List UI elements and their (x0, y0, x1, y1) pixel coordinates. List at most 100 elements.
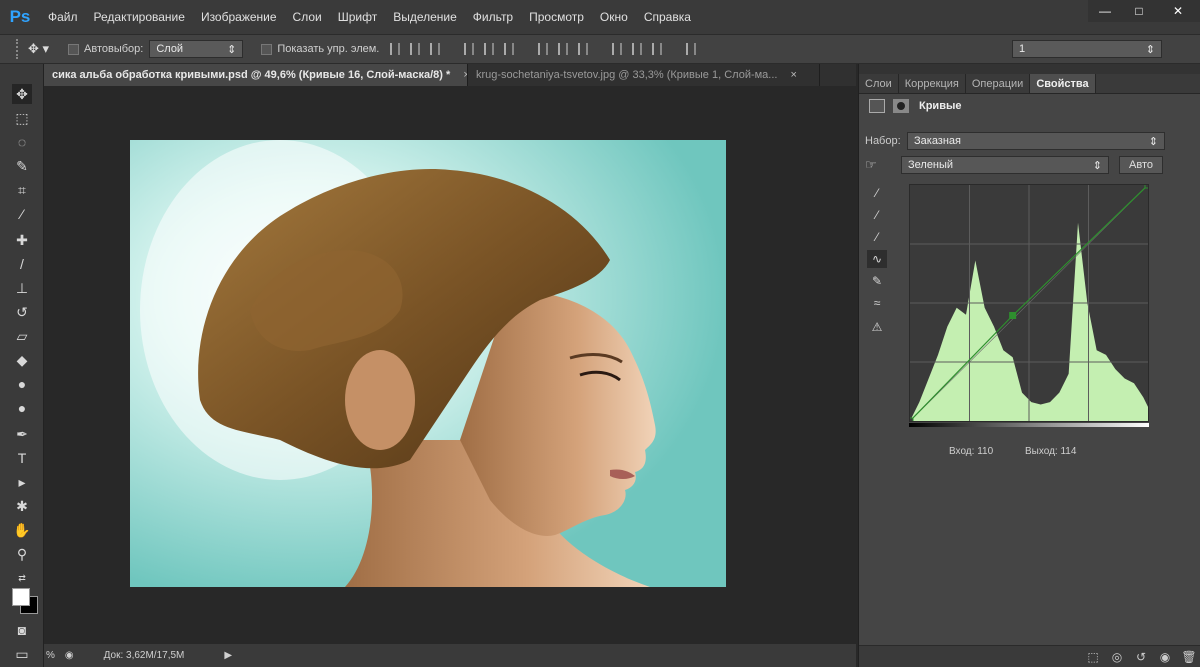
menu-image[interactable]: Изображение (193, 0, 285, 34)
output-value[interactable]: 114 (1060, 446, 1076, 457)
delete-adjustment-icon[interactable]: 🗑 (1177, 650, 1200, 664)
dropdown-arrows-icon: ⇕ (1148, 135, 1158, 148)
menu-type[interactable]: Шрифт (330, 0, 385, 34)
tab-actions[interactable]: Операции (966, 74, 1031, 93)
swap-colors-icon[interactable]: ⇄ (12, 568, 32, 588)
align-bottom-icon[interactable] (430, 43, 441, 55)
autoselect-dropdown[interactable]: Слой ⇕ (149, 40, 244, 58)
distribute-vcenter-icon[interactable] (558, 43, 569, 55)
status-menu-arrow-icon[interactable]: ▶ (224, 650, 232, 661)
eyedropper-tool-icon[interactable]: ⁄ (12, 204, 32, 224)
foreground-color-swatch[interactable] (12, 588, 30, 606)
eraser-tool-icon[interactable]: ▱ (12, 326, 32, 346)
input-label: Вход: (949, 446, 975, 457)
paint-bucket-tool-icon[interactable]: ◆ (12, 350, 32, 370)
type-tool-icon[interactable]: T (12, 448, 32, 468)
reset-icon[interactable]: ↺ (1129, 650, 1153, 664)
menu-edit[interactable]: Редактирование (86, 0, 193, 34)
canvas-area[interactable] (44, 86, 856, 644)
curve-point[interactable] (1144, 181, 1152, 189)
quick-select-tool-icon[interactable]: ✎ (12, 156, 32, 176)
auto-button[interactable]: Авто (1119, 156, 1163, 174)
path-select-tool-icon[interactable]: ▸ (12, 472, 32, 492)
move-tool-icon[interactable]: ✥ (12, 84, 32, 104)
menu-bar: Ps Файл Редактирование Изображение Слои … (0, 0, 1200, 34)
align-top-icon[interactable] (390, 43, 401, 55)
curve-points-tool-icon[interactable]: ∿ (867, 250, 887, 268)
tab-adjustments[interactable]: Коррекция (899, 74, 966, 93)
curve-point[interactable] (1009, 311, 1017, 319)
move-tool-preset-icon[interactable]: ✥ ▾ (28, 41, 68, 57)
target-adjust-hand-icon[interactable]: ☞ (865, 157, 901, 173)
clipping-warning-icon[interactable]: ⚠ (867, 318, 887, 336)
view-previous-icon[interactable]: ◎ (1105, 650, 1129, 664)
visibility-eye-icon[interactable]: ◉ (1153, 650, 1177, 664)
distribute-left-icon[interactable] (612, 43, 623, 55)
hand-tool-icon[interactable]: ✋ (12, 520, 32, 540)
status-globe-icon[interactable]: ◉ (65, 650, 74, 661)
autoselect-label: Автовыбор: (84, 43, 144, 55)
maximize-button[interactable]: □ (1122, 0, 1156, 22)
tab-properties[interactable]: Свойства (1030, 74, 1096, 93)
healing-brush-tool-icon[interactable]: ✚ (12, 230, 32, 250)
tab-close-icon[interactable]: × (791, 69, 797, 81)
menu-layers[interactable]: Слои (285, 0, 330, 34)
autoselect-checkbox[interactable] (68, 43, 79, 55)
properties-header: Кривые (859, 94, 1200, 118)
tab-layers[interactable]: Слои (859, 74, 899, 93)
blur-tool-icon[interactable]: ● (12, 374, 32, 394)
black-point-eyedropper-icon[interactable]: ⁄ (867, 184, 887, 202)
workspace-dropdown[interactable]: 1 ⇕ (1012, 40, 1162, 58)
menu-window[interactable]: Окно (592, 0, 636, 34)
tab-label: сика альба обработка кривыми.psd @ 49,6%… (52, 69, 451, 81)
pencil-curve-tool-icon[interactable]: ✎ (867, 272, 887, 290)
curves-graph[interactable] (906, 181, 1152, 425)
menu-view[interactable]: Просмотр (521, 0, 592, 34)
menu-help[interactable]: Справка (636, 0, 699, 34)
lasso-tool-icon[interactable]: ◌ (12, 132, 32, 152)
brush-tool-icon[interactable]: / (12, 254, 32, 274)
options-grip[interactable] (16, 39, 22, 59)
align-left-icon[interactable] (464, 43, 475, 55)
history-brush-tool-icon[interactable]: ↺ (12, 302, 32, 322)
tab-document-2[interactable]: krug-sochetaniya-tsvetov.jpg @ 33,3% (Кр… (468, 64, 820, 86)
screen-mode-icon[interactable]: ▭ (12, 644, 32, 664)
preset-dropdown[interactable]: Заказная ⇕ (907, 132, 1165, 150)
gray-point-eyedropper-icon[interactable]: ⁄ (867, 206, 887, 224)
layer-mask-icon[interactable] (893, 99, 909, 113)
close-button[interactable]: ✕ (1156, 0, 1200, 22)
dodge-tool-icon[interactable]: ● (12, 398, 32, 418)
input-value[interactable]: 110 (977, 446, 993, 457)
clip-to-layer-icon[interactable]: ⬚ (1081, 650, 1105, 664)
channel-dropdown[interactable]: Зеленый ⇕ (901, 156, 1109, 174)
align-vcenter-icon[interactable] (410, 43, 421, 55)
zoom-value[interactable]: % (46, 650, 55, 661)
white-point-eyedropper-icon[interactable]: ⁄ (867, 228, 887, 246)
distribute-right-icon[interactable] (652, 43, 663, 55)
shape-tool-icon[interactable]: ✱ (12, 496, 32, 516)
stamp-tool-icon[interactable]: ⊥ (12, 278, 32, 298)
menu-file[interactable]: Файл (40, 0, 86, 34)
marquee-tool-icon[interactable]: ⬚ (12, 108, 32, 128)
smooth-curve-icon[interactable]: ≈ (867, 294, 887, 312)
show-controls-checkbox[interactable] (261, 43, 273, 55)
auto-align-icon[interactable] (686, 43, 697, 55)
panel-collapse-bar[interactable] (859, 64, 1200, 74)
menu-filter[interactable]: Фильтр (465, 0, 521, 34)
align-right-icon[interactable] (504, 43, 515, 55)
distribute-top-icon[interactable] (538, 43, 549, 55)
tab-document-1[interactable]: сика альба обработка кривыми.psd @ 49,6%… (44, 64, 468, 86)
curves-adjustment-icon[interactable] (869, 99, 885, 113)
curve-point[interactable] (906, 417, 914, 425)
quick-mask-icon[interactable]: ◙ (12, 620, 32, 640)
menu-select[interactable]: Выделение (385, 0, 465, 34)
distribute-bottom-icon[interactable] (578, 43, 589, 55)
pen-tool-icon[interactable]: ✒ (12, 424, 32, 444)
minimize-button[interactable]: — (1088, 0, 1122, 22)
document-image[interactable] (130, 140, 726, 587)
zoom-tool-icon[interactable]: ⚲ (12, 544, 32, 564)
autoselect-value: Слой (156, 43, 184, 55)
crop-tool-icon[interactable]: ⌗ (12, 180, 32, 200)
distribute-hcenter-icon[interactable] (632, 43, 643, 55)
align-hcenter-icon[interactable] (484, 43, 495, 55)
